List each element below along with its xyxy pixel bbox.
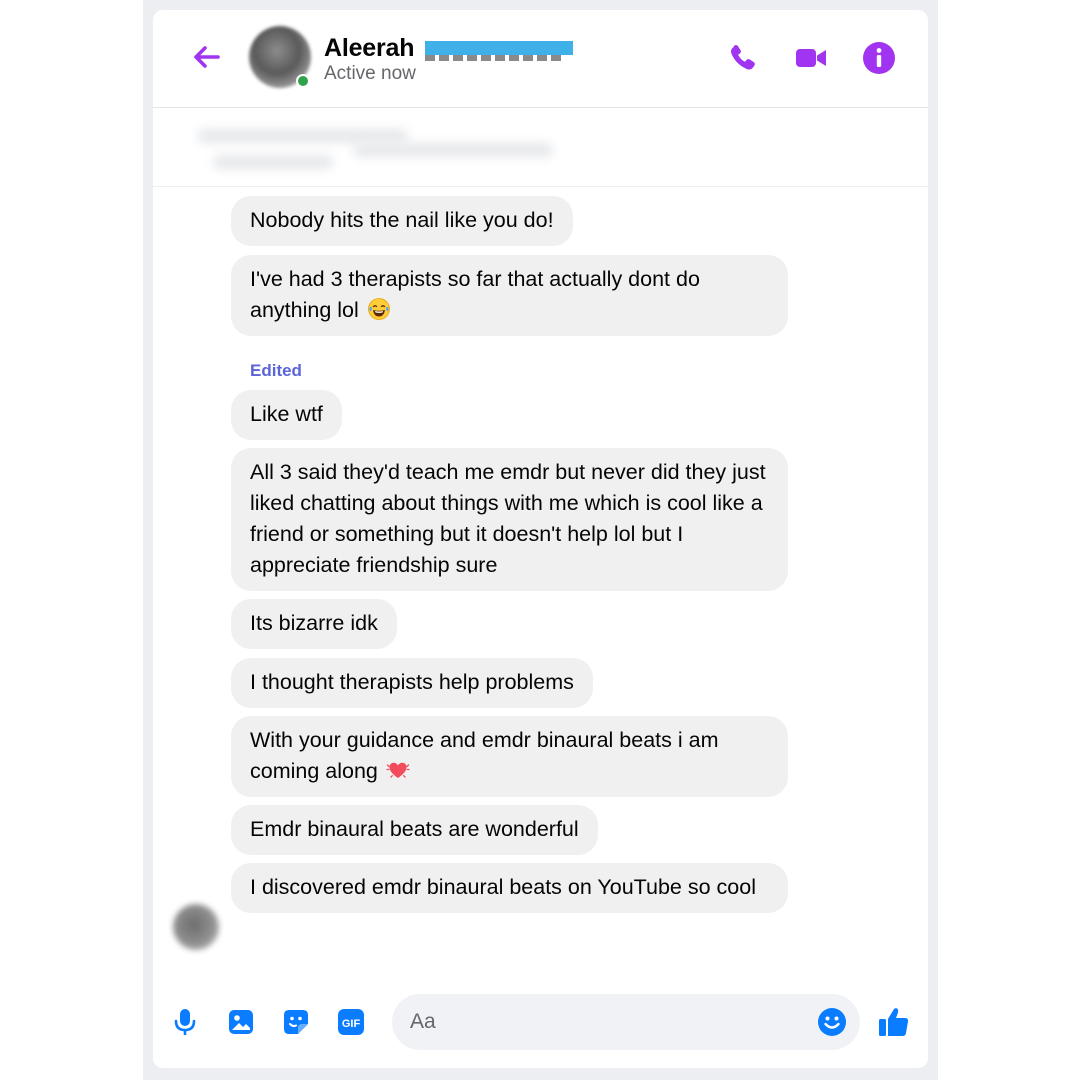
- back-arrow-icon[interactable]: [189, 40, 223, 74]
- active-status: Active now: [324, 63, 416, 84]
- thumbs-up-icon[interactable]: [876, 1004, 912, 1040]
- message-bubble[interactable]: Nobody hits the nail like you do!: [231, 196, 573, 246]
- emoji-icon[interactable]: [816, 1006, 848, 1038]
- message-text: I thought therapists help problems: [250, 670, 574, 694]
- message-text: Nobody hits the nail like you do!: [250, 208, 554, 232]
- sender-avatar[interactable]: [173, 904, 219, 950]
- video-camera-icon[interactable]: [793, 40, 829, 76]
- phone-icon[interactable]: [725, 40, 761, 76]
- message-bubble[interactable]: I've had 3 therapists so far that actual…: [231, 255, 788, 336]
- laughing-tears-emoji: [367, 297, 391, 321]
- redacted-surname: [425, 55, 565, 61]
- blurred-banner: [153, 109, 928, 187]
- message-input[interactable]: [410, 994, 810, 1050]
- message-bubble[interactable]: I thought therapists help problems: [231, 658, 593, 708]
- message-text: With your guidance and emdr binaural bea…: [250, 728, 719, 783]
- message-text: Like wtf: [250, 402, 323, 426]
- image-icon[interactable]: [225, 1006, 257, 1038]
- message-bubble[interactable]: Emdr binaural beats are wonderful: [231, 805, 598, 855]
- message-text: I discovered emdr binaural beats on YouT…: [250, 875, 756, 899]
- online-indicator: [296, 74, 310, 88]
- message-bubble[interactable]: Its bizarre idk: [231, 599, 397, 649]
- message-composer: [392, 994, 860, 1050]
- sticker-icon[interactable]: [280, 1006, 312, 1038]
- message-text: Emdr binaural beats are wonderful: [250, 817, 579, 841]
- gif-icon[interactable]: GIF: [335, 1006, 367, 1038]
- contact-name[interactable]: Aleerah: [324, 34, 415, 63]
- message-bubble[interactable]: I discovered emdr binaural beats on YouT…: [231, 863, 788, 913]
- message-bubble[interactable]: With your guidance and emdr binaural bea…: [231, 716, 788, 797]
- message-bubble[interactable]: All 3 said they'd teach me emdr but neve…: [231, 448, 788, 591]
- chat-header: Aleerah Active now: [153, 10, 928, 108]
- redaction-mark: [425, 41, 573, 55]
- microphone-icon[interactable]: [169, 1006, 201, 1038]
- message-text: All 3 said they'd teach me emdr but neve…: [250, 460, 766, 577]
- edited-label: Edited: [250, 361, 302, 380]
- gif-label: GIF: [342, 1018, 361, 1030]
- beating-heart-emoji: [386, 758, 410, 782]
- message-text: Its bizarre idk: [250, 611, 378, 635]
- info-icon[interactable]: [861, 40, 897, 76]
- message-text: I've had 3 therapists so far that actual…: [250, 267, 700, 322]
- message-bubble[interactable]: Like wtf: [231, 390, 342, 440]
